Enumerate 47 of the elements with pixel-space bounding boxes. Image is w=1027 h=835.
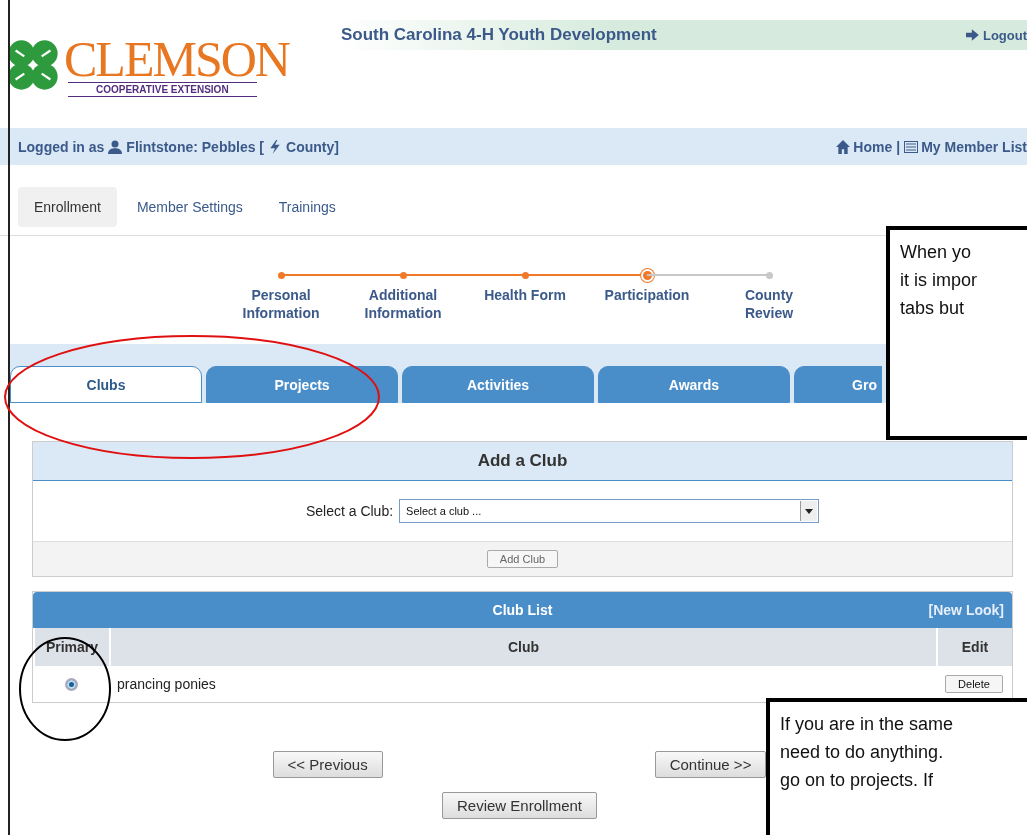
- callout-text: it is impor: [900, 269, 978, 292]
- logout-icon: [965, 28, 980, 42]
- step-label[interactable]: Health Form: [475, 286, 575, 304]
- callout-text: If you are in the same: [780, 713, 955, 736]
- separator: |: [896, 138, 901, 155]
- delete-button[interactable]: Delete: [945, 675, 1003, 693]
- section-tab[interactable]: Awards: [598, 366, 790, 403]
- callout-text: need to do anything.: [780, 741, 945, 764]
- step-label[interactable]: Additional Information: [353, 286, 453, 322]
- section-tab[interactable]: Projects: [206, 366, 398, 403]
- nav-tab[interactable]: Enrollment: [18, 187, 117, 227]
- table-cell-text: prancing ponies: [116, 675, 217, 694]
- callout-text: When yo: [900, 241, 973, 264]
- county-label: County]: [286, 138, 339, 155]
- select-club-label: Select a Club:: [305, 503, 394, 519]
- section-tab[interactable]: Gro: [794, 366, 882, 403]
- member-list-link[interactable]: My Member List: [904, 138, 1027, 155]
- user-name: Flintstone: Pebbles [: [126, 138, 265, 155]
- section-tab[interactable]: Clubs: [10, 366, 202, 403]
- user-icon: [108, 139, 123, 154]
- list-icon: [904, 139, 919, 154]
- section-tab[interactable]: Activities: [402, 366, 594, 403]
- callout-text: go on to projects. If: [780, 769, 935, 792]
- step-label[interactable]: Personal Information: [231, 286, 331, 322]
- home-icon: [836, 139, 851, 154]
- primary-radio[interactable]: [64, 677, 78, 691]
- panel-title: Add a Club: [477, 451, 568, 470]
- nav-tab[interactable]: Trainings: [262, 187, 352, 227]
- club-select[interactable]: Select a club ...: [399, 499, 820, 523]
- step-label[interactable]: Participation: [597, 286, 697, 304]
- logo-wordmark: CLEMSON: [64, 36, 289, 82]
- review-enrollment-button[interactable]: Review Enrollment: [441, 792, 597, 819]
- callout-text: tabs but: [900, 297, 966, 320]
- dropdown-arrow-icon: [805, 508, 814, 514]
- previous-button[interactable]: << Previous: [272, 751, 383, 778]
- continue-button[interactable]: Continue >>: [654, 751, 767, 778]
- logged-in-label: Logged in as: [18, 138, 105, 155]
- add-club-button[interactable]: Add Club: [486, 550, 559, 568]
- home-link[interactable]: Home: [836, 138, 893, 155]
- logo-subtitle: COOPERATIVE EXTENSION: [68, 82, 257, 97]
- column-header: Edit: [936, 628, 1012, 666]
- list-title: Club List: [492, 602, 553, 618]
- column-header: Club: [109, 628, 936, 666]
- site-title: South Carolina 4-H Youth Development: [340, 25, 657, 45]
- logout-link[interactable]: Logout: [965, 27, 1027, 43]
- nav-tab[interactable]: Member Settings: [120, 187, 259, 227]
- step-label[interactable]: County Review: [719, 286, 819, 322]
